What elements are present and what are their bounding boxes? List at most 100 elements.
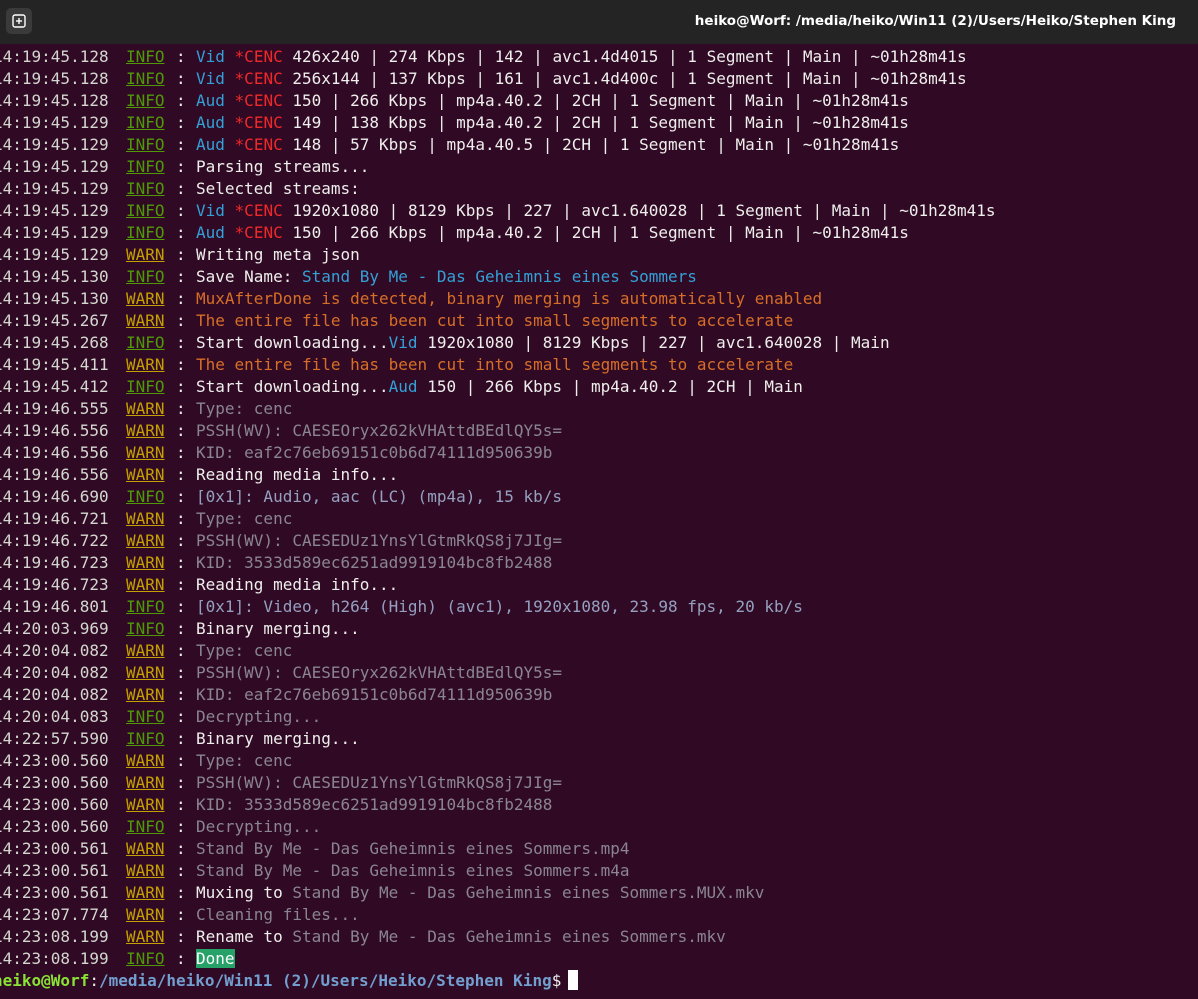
log-message: Aud *CENC 149 | 138 Kbps | mp4a.40.2 | 2… xyxy=(196,112,909,134)
log-level: INFO xyxy=(126,377,165,396)
log-message-part: Type: cenc xyxy=(196,399,293,418)
log-level: WARN xyxy=(126,289,165,308)
log-line: 14:19:45.129 INFO: Selected streams: xyxy=(0,178,1198,200)
log-timestamp: 14:19:45.128 xyxy=(0,91,109,110)
log-level: INFO xyxy=(126,157,165,176)
title-bar: heiko@Worf: /media/heiko/Win11 (2)/Users… xyxy=(0,0,1198,44)
log-line: 14:19:45.128 INFO: Aud *CENC 150 | 266 Kbp… xyxy=(0,90,1198,112)
log-timestamp: 14:22:57.590 xyxy=(0,729,109,748)
log-message-part: Vid xyxy=(196,47,225,66)
log-separator: : xyxy=(176,575,186,594)
log-line: 14:19:46.723 WARN: KID: 3533d589ec6251ad99… xyxy=(0,552,1198,574)
log-timestamp: 14:19:46.556 xyxy=(0,465,109,484)
prompt-path: /media/heiko/Win11 (2)/Users/Heiko/Steph… xyxy=(98,971,552,990)
log-message-part: PSSH(WV): CAESEOryx262kVHAttdBEdlQY5s= xyxy=(196,421,563,440)
log-message-part: [0x1]: Video, h264 (High) (avc1), 1920x1… xyxy=(196,597,803,616)
log-message: PSSH(WV): CAESEDUz1YnsYlGtmRkQS8j7JIg= xyxy=(196,772,562,794)
log-level: WARN xyxy=(126,465,165,484)
log-message: Stand By Me - Das Geheimnis eines Sommer… xyxy=(196,838,629,860)
log-message-part: Aud xyxy=(388,377,418,396)
log-level: WARN xyxy=(126,773,165,792)
log-timestamp: 14:23:08.199 xyxy=(0,949,109,968)
log-message: Start downloading...Vid 1920x1080 | 8129… xyxy=(196,332,890,354)
log-level: INFO xyxy=(126,729,165,748)
new-tab-icon xyxy=(12,14,26,28)
log-message: Cleaning files... xyxy=(196,904,360,926)
log-separator: : xyxy=(176,817,186,836)
log-message-part: PSSH(WV): CAESEOryx262kVHAttdBEdlQY5s= xyxy=(196,663,563,682)
log-message-part: 150 | 266 Kbps | mp4a.40.2 | 2CH | 1 Seg… xyxy=(282,91,909,110)
log-separator: : xyxy=(176,531,186,550)
log-separator: : xyxy=(176,861,186,880)
log-timestamp: 14:19:46.555 xyxy=(0,399,109,418)
log-separator: : xyxy=(176,795,186,814)
log-separator: : xyxy=(176,839,186,858)
terminal-output[interactable]: 14:19:45.128 INFO: Vid *CENC 426x240 | 274… xyxy=(0,46,1198,999)
log-message: [0x1]: Audio, aac (LC) (mp4a), 15 kb/s xyxy=(196,486,562,508)
log-message-part: Vid xyxy=(196,69,225,88)
log-level: INFO xyxy=(126,91,165,110)
log-message-part: 256x144 | 137 Kbps | 161 | avc1.4d400c |… xyxy=(282,69,967,88)
shell-prompt-line[interactable]: heiko@Worf:/media/heiko/Win11 (2)/Users/… xyxy=(0,970,1198,992)
log-line: 14:19:46.556 WARN: Reading media info... xyxy=(0,464,1198,486)
log-message-part: PSSH(WV): CAESEDUz1YnsYlGtmRkQS8j7JIg= xyxy=(196,531,563,550)
log-message-part xyxy=(225,113,235,132)
log-level: INFO xyxy=(126,333,165,352)
log-level: WARN xyxy=(126,685,165,704)
new-tab-button[interactable] xyxy=(6,8,32,34)
log-message-part: MuxAfterDone is detected, binary merging… xyxy=(196,289,823,308)
log-line: 14:23:08.199 INFO: Done xyxy=(0,948,1198,970)
log-separator: : xyxy=(176,751,186,770)
log-separator: : xyxy=(176,333,186,352)
log-timestamp: 14:19:46.723 xyxy=(0,553,109,572)
log-level: WARN xyxy=(126,663,165,682)
log-message: Muxing to Stand By Me - Das Geheimnis ei… xyxy=(196,882,764,904)
log-message-part: Binary merging... xyxy=(196,729,360,748)
log-message: MuxAfterDone is detected, binary merging… xyxy=(196,288,822,310)
log-separator: : xyxy=(176,267,186,286)
log-message: Binary merging... xyxy=(196,618,360,640)
log-message: Reading media info... xyxy=(196,574,398,596)
log-message-part: Binary merging... xyxy=(196,619,360,638)
log-message: KID: eaf2c76eb69151c0b6d74111d950639b xyxy=(196,684,552,706)
log-message: The entire file has been cut into small … xyxy=(196,310,793,332)
log-level: WARN xyxy=(126,861,165,880)
log-message: Aud *CENC 150 | 266 Kbps | mp4a.40.2 | 2… xyxy=(196,222,909,244)
log-level: INFO xyxy=(126,949,165,968)
log-message-part: The entire file has been cut into small … xyxy=(196,311,794,330)
log-message-part: *CENC xyxy=(234,47,283,66)
log-timestamp: 14:19:45.267 xyxy=(0,311,109,330)
log-separator: : xyxy=(176,773,186,792)
log-message-part: Stand By Me - Das Geheimnis eines Sommer… xyxy=(292,883,765,902)
log-message-part: Decrypting... xyxy=(196,817,322,836)
prompt-colon: : xyxy=(89,971,99,990)
log-message-part: 1920x1080 | 8129 Kbps | 227 | avc1.64002… xyxy=(282,201,996,220)
log-separator: : xyxy=(176,619,186,638)
log-message-part: Aud xyxy=(196,113,225,132)
log-timestamp: 14:20:04.082 xyxy=(0,641,109,660)
log-separator: : xyxy=(176,289,186,308)
log-message-part: Stand By Me - Das Geheimnis eines Sommer… xyxy=(196,839,630,858)
log-line: 14:19:45.128 INFO: Vid *CENC 426x240 | 274… xyxy=(0,46,1198,68)
log-message-part: The entire file has been cut into small … xyxy=(196,355,794,374)
log-line: 14:23:00.560 WARN: KID: 3533d589ec6251ad99… xyxy=(0,794,1198,816)
log-message: Selected streams: xyxy=(196,178,360,200)
log-level: INFO xyxy=(126,69,165,88)
log-message: Type: cenc xyxy=(196,640,292,662)
log-separator: : xyxy=(176,641,186,660)
log-message: Vid *CENC 1920x1080 | 8129 Kbps | 227 | … xyxy=(196,200,996,222)
log-level: WARN xyxy=(126,883,165,902)
log-level: WARN xyxy=(126,355,165,374)
log-message-part: Type: cenc xyxy=(196,641,293,660)
log-line: 14:19:46.556 WARN: KID: eaf2c76eb69151c0b6… xyxy=(0,442,1198,464)
log-separator: : xyxy=(176,47,186,66)
log-message-part: *CENC xyxy=(234,201,283,220)
log-level: WARN xyxy=(126,399,165,418)
log-timestamp: 14:23:07.774 xyxy=(0,905,109,924)
log-line: 14:23:07.774 WARN: Cleaning files... xyxy=(0,904,1198,926)
log-separator: : xyxy=(176,399,186,418)
log-message-part: Selected streams: xyxy=(196,179,360,198)
log-message-part: Aud xyxy=(196,135,225,154)
log-message-part xyxy=(225,47,235,66)
log-timestamp: 14:19:45.128 xyxy=(0,69,109,88)
